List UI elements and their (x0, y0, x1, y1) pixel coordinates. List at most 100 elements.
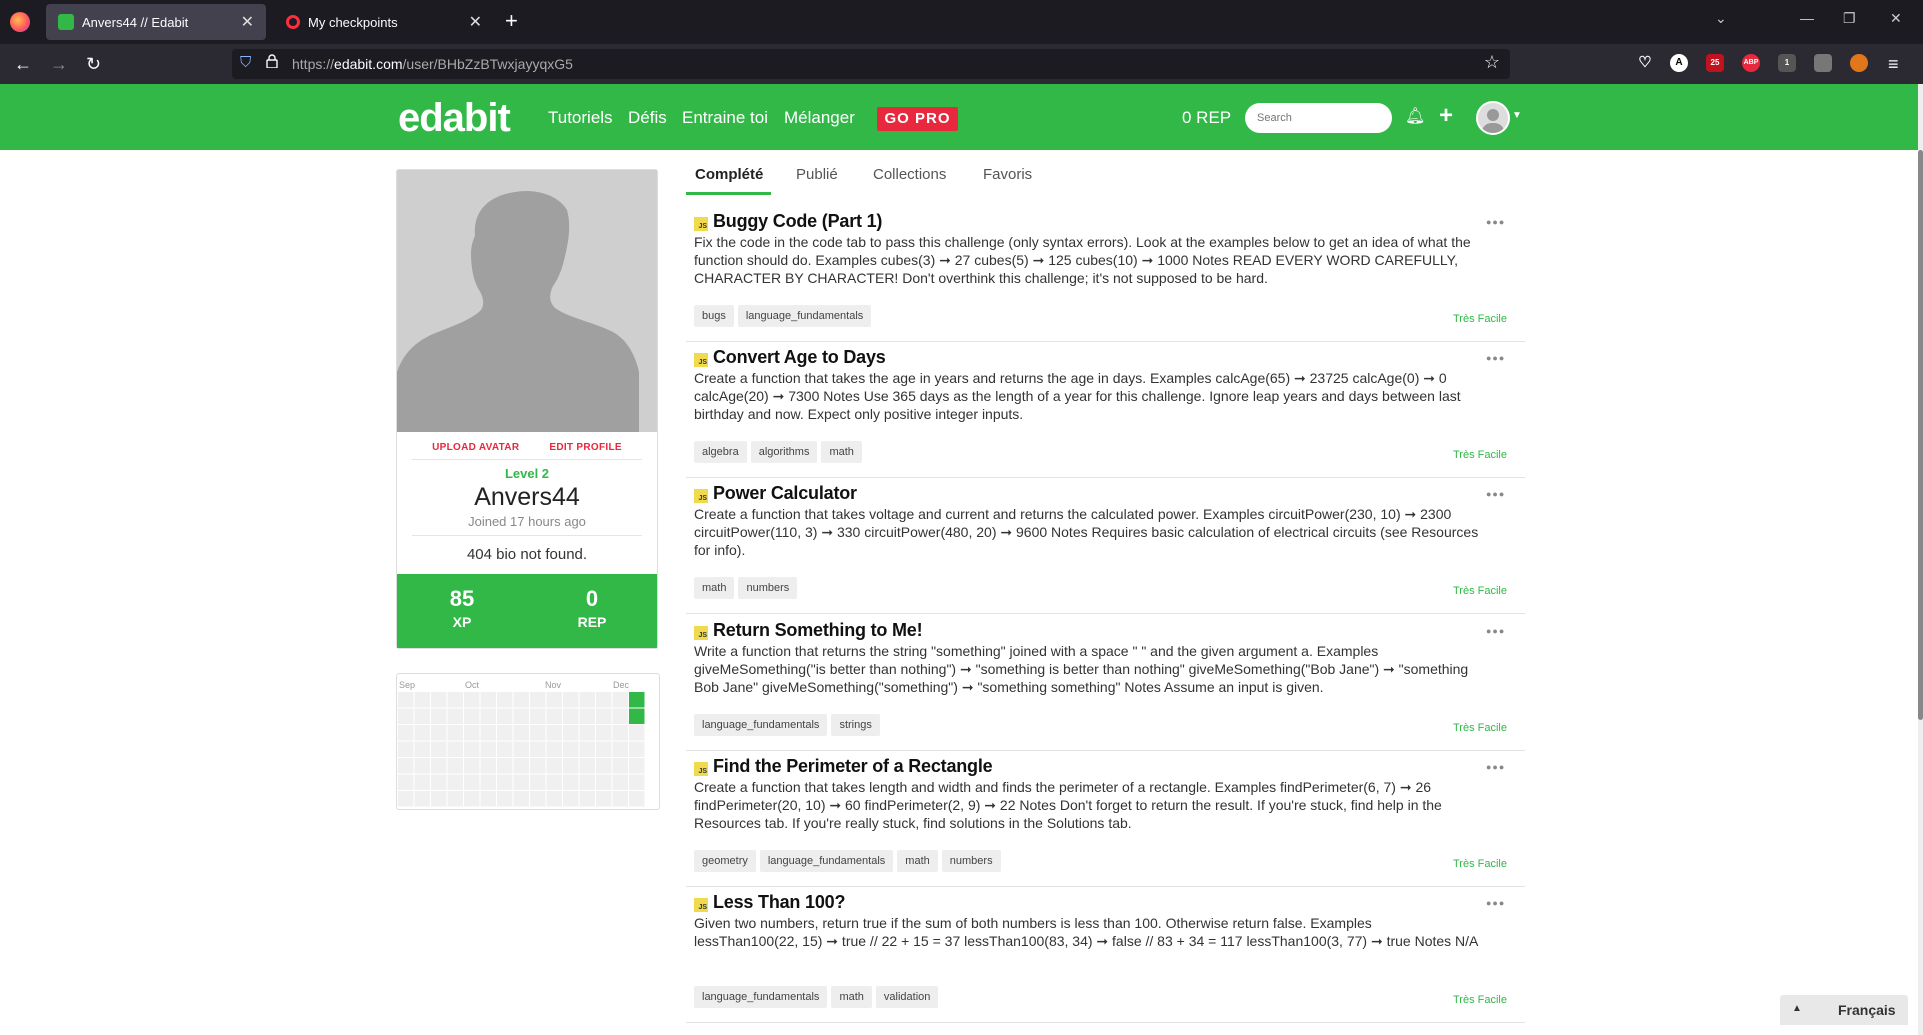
tag[interactable]: algorithms (750, 441, 818, 463)
challenge-item[interactable]: JS Buggy Code (Part 1) Fix the code in the… (686, 206, 1525, 342)
tag[interactable]: language_fundamentals (759, 850, 894, 872)
tab-complete[interactable]: Complété (695, 166, 763, 183)
edabit-logo[interactable]: edabit (398, 96, 511, 141)
heatmap-cell (612, 708, 628, 724)
bookmark-star-icon[interactable]: ☆ (1484, 52, 1500, 73)
tag[interactable]: strings (831, 714, 880, 736)
reload-icon[interactable]: ↻ (86, 52, 101, 76)
tag[interactable]: numbers (941, 850, 1001, 872)
restore-icon[interactable]: ❐ (1843, 10, 1856, 27)
challenge-title[interactable]: Buggy Code (Part 1) (713, 211, 882, 232)
shield-extension-icon[interactable] (1814, 54, 1832, 72)
new-tab-icon[interactable]: + (505, 8, 518, 34)
close-tab-icon[interactable]: ✕ (469, 12, 482, 32)
tag[interactable]: math (821, 441, 862, 463)
nav-tutoriels[interactable]: Tutoriels (548, 108, 613, 128)
account-icon[interactable]: A (1670, 54, 1688, 72)
tag[interactable]: validation (875, 986, 939, 1008)
heatmap-cell (612, 692, 628, 708)
forward-icon[interactable]: → (50, 52, 68, 76)
heatmap-cell (530, 741, 546, 757)
add-icon[interactable]: + (1439, 102, 1453, 130)
more-options-icon[interactable]: ●●● (1486, 898, 1505, 908)
tracking-protection-icon[interactable]: ⛉ (240, 54, 251, 71)
tag-list: bugs language_fundamentals (694, 305, 872, 327)
heatmap-cell (629, 791, 645, 807)
heatmap-cell (629, 725, 645, 741)
firefox-menu-icon[interactable] (10, 12, 30, 32)
more-options-icon[interactable]: ●●● (1486, 217, 1505, 227)
tag[interactable]: numbers (738, 577, 798, 599)
tag[interactable]: bugs (694, 305, 734, 327)
heatmap-cell (414, 708, 430, 724)
challenge-title[interactable]: Power Calculator (713, 483, 857, 504)
heatmap-cell (431, 741, 447, 757)
heatmap-cell (530, 791, 546, 807)
bell-icon[interactable]: 🔔︎ (1405, 106, 1425, 126)
heatmap-cell (563, 791, 579, 807)
nav-defis[interactable]: Défis (628, 108, 667, 128)
bio-text: 404 bio not found. (466, 546, 588, 563)
back-icon[interactable]: ← (14, 52, 32, 76)
more-options-icon[interactable]: ●●● (1486, 762, 1505, 772)
minimize-icon[interactable]: — (1800, 10, 1814, 26)
metamask-icon[interactable] (1850, 54, 1868, 72)
close-tab-icon[interactable]: ✕ (241, 12, 254, 32)
tag[interactable]: geometry (694, 850, 756, 872)
challenge-item[interactable]: JS Less Than 100? Given two numbers, retur… (686, 887, 1525, 1023)
nav-melanger[interactable]: Mélanger (784, 108, 855, 128)
more-options-icon[interactable]: ●●● (1486, 489, 1505, 499)
ublock-icon[interactable]: 25 (1706, 54, 1724, 72)
language-selector[interactable]: ▲ Français (1780, 995, 1908, 1025)
close-window-icon[interactable]: ✕ (1890, 10, 1902, 27)
tab-favoris[interactable]: Favoris (983, 166, 1032, 183)
challenge-title[interactable]: Convert Age to Days (713, 347, 886, 368)
tab-list-icon[interactable]: ⌄ (1715, 10, 1727, 27)
adblock-plus-icon[interactable]: ABP (1742, 54, 1760, 72)
challenge-item[interactable]: JS Power Calculator Create a function that… (686, 478, 1525, 614)
challenge-title[interactable]: Less Than 100? (713, 892, 845, 913)
heatmap-cell (629, 774, 645, 790)
challenge-item[interactable]: JS Return Something to Me! Write a functio… (686, 615, 1525, 751)
challenge-description: Fix the code in the code tab to pass thi… (694, 234, 1471, 286)
heatmap-cell (464, 725, 480, 741)
page-scrollbar[interactable] (1918, 84, 1923, 1035)
pocket-icon[interactable]: ♡ (1636, 54, 1654, 72)
tag[interactable]: language_fundamentals (737, 305, 872, 327)
tag[interactable]: language_fundamentals (694, 714, 828, 736)
lock-icon[interactable] (266, 54, 278, 68)
heatmap-cell (579, 774, 595, 790)
extension-icon[interactable]: 1 (1778, 54, 1796, 72)
go-pro-button[interactable]: GO PRO (877, 107, 958, 131)
edit-profile-link[interactable]: EDIT PROFILE (549, 442, 622, 453)
hamburger-menu-icon[interactable]: ≡ (1888, 52, 1899, 76)
heatmap-cell (579, 741, 595, 757)
tag[interactable]: math (831, 986, 872, 1008)
tag[interactable]: math (897, 850, 938, 872)
more-options-icon[interactable]: ●●● (1486, 353, 1505, 363)
heatmap-cell (431, 758, 447, 774)
chevron-down-icon[interactable]: ▼ (1512, 110, 1522, 121)
tab-collections[interactable]: Collections (873, 166, 946, 183)
tab-publie[interactable]: Publié (796, 166, 838, 183)
heatmap-cell (414, 692, 430, 708)
tag[interactable]: math (694, 577, 735, 599)
challenge-item[interactable]: JS Find the Perimeter of a Rectangle Creat… (686, 751, 1525, 887)
nav-entraine-toi[interactable]: Entraine toi (682, 108, 768, 128)
tag[interactable]: language_fundamentals (694, 986, 828, 1008)
upload-avatar-link[interactable]: UPLOAD AVATAR (432, 442, 519, 453)
challenge-title[interactable]: Return Something to Me! (713, 620, 923, 641)
tag[interactable]: algebra (694, 441, 747, 463)
url-bar[interactable]: ⛉ https://edabit.com/user/BHbZzBTwxjayyq… (232, 49, 1510, 79)
challenge-title[interactable]: Find the Perimeter of a Rectangle (713, 756, 993, 777)
heatmap-cell (480, 791, 496, 807)
avatar[interactable] (1476, 101, 1510, 135)
challenge-description: Create a function that takes the age in … (694, 370, 1461, 422)
rep-label: REP (577, 614, 607, 630)
more-options-icon[interactable]: ●●● (1486, 626, 1505, 636)
browser-tab-checkpoints[interactable]: My checkpoints ✕ (274, 4, 494, 40)
heatmap-cell (480, 741, 496, 757)
challenge-item[interactable]: JS Convert Age to Days Create a function t… (686, 342, 1525, 478)
search-input[interactable] (1245, 103, 1392, 133)
browser-tab-edabit[interactable]: Anvers44 // Edabit ✕ (46, 4, 266, 40)
